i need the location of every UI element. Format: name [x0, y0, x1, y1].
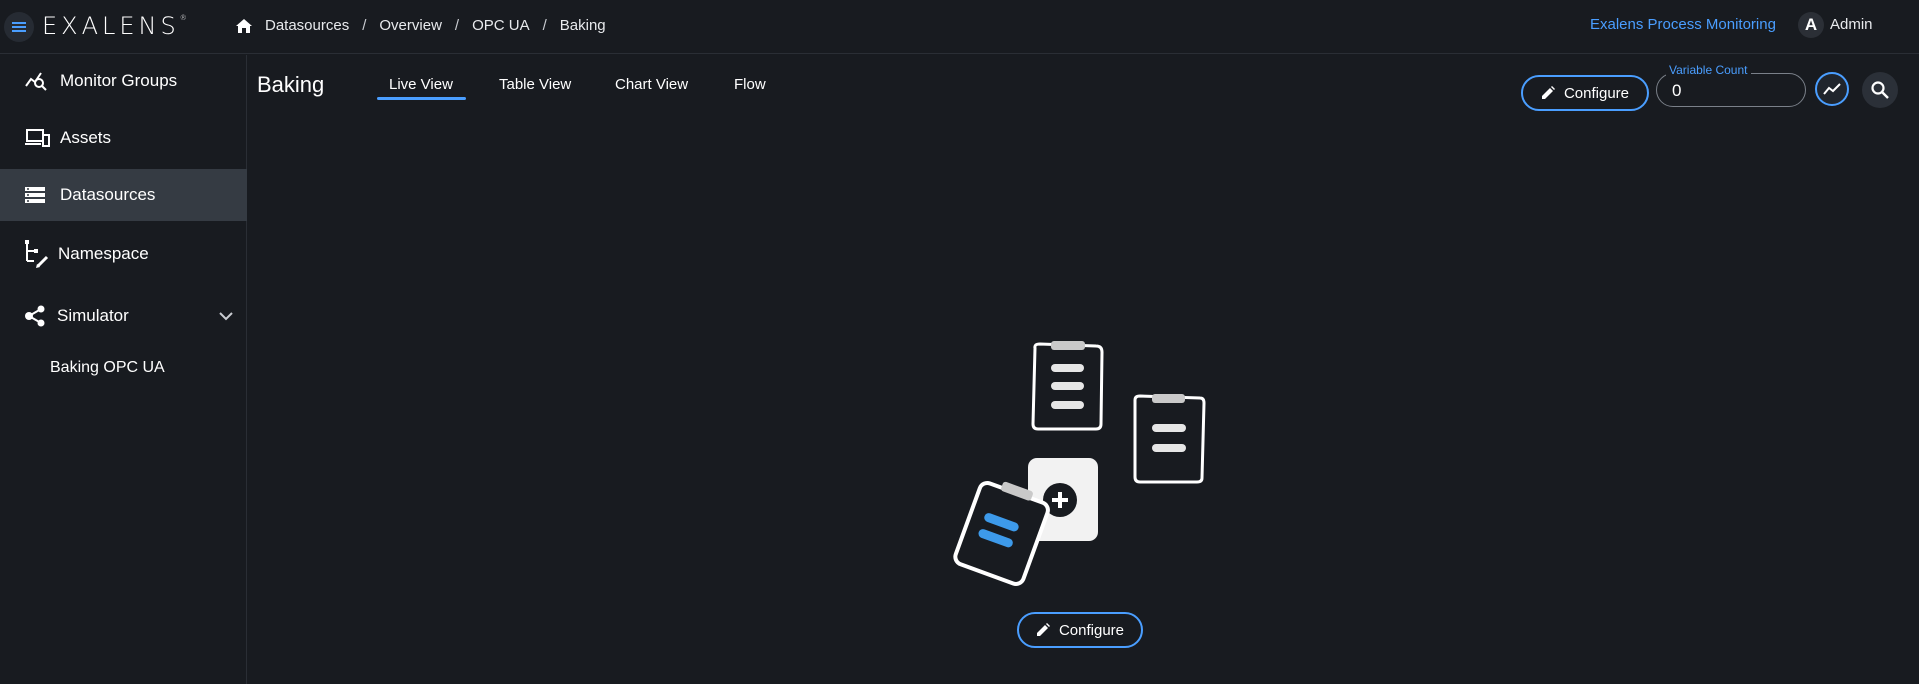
breadcrumb-overview[interactable]: Overview	[379, 17, 442, 34]
menu-icon	[12, 22, 26, 32]
exalens-logo[interactable]: EXALENS®	[42, 12, 187, 40]
breadcrumb-separator: /	[362, 17, 367, 34]
sidebar: Monitor Groups Assets Datasources Namesp…	[0, 55, 247, 684]
sidebar-item-namespace[interactable]: Namespace	[0, 228, 247, 280]
user-avatar[interactable]: A	[1798, 12, 1824, 38]
assets-icon	[24, 128, 50, 148]
breadcrumb-separator: /	[542, 17, 547, 34]
sidebar-item-monitor-groups[interactable]: Monitor Groups	[0, 55, 247, 107]
empty-state-illustration	[950, 340, 1210, 595]
sidebar-item-label: Namespace	[58, 244, 149, 263]
app-name-link[interactable]: Exalens Process Monitoring	[1590, 16, 1776, 33]
sidebar-item-label: Datasources	[60, 185, 156, 204]
active-tab-indicator	[377, 97, 466, 100]
configure-button[interactable]: Configure	[1521, 75, 1649, 111]
variable-count-label: Variable Count	[1666, 63, 1751, 77]
tab-live-view[interactable]: Live View	[389, 76, 453, 93]
configure-button-label: Configure	[1563, 84, 1630, 102]
sidebar-item-label: Simulator	[57, 306, 129, 325]
trend-chart-button[interactable]	[1815, 72, 1849, 106]
simulator-icon	[24, 305, 46, 327]
sidebar-item-simulator[interactable]: Simulator	[0, 290, 247, 342]
monitor-groups-icon	[24, 70, 48, 92]
page-title: Baking	[257, 72, 325, 97]
configure-button-label: Configure	[1058, 621, 1125, 639]
pencil-icon	[1541, 86, 1555, 100]
sidebar-item-datasources[interactable]: Datasources	[0, 169, 247, 221]
user-name[interactable]: Admin	[1830, 16, 1873, 33]
empty-state-configure-button[interactable]: Configure	[1017, 612, 1143, 648]
tab-flow[interactable]: Flow	[734, 76, 766, 93]
clipboard-icon	[1133, 394, 1206, 484]
breadcrumb-separator: /	[454, 17, 460, 34]
tab-table-view[interactable]: Table View	[499, 76, 571, 93]
breadcrumb: Datasources / Overview / OPC UA / Baking	[235, 17, 606, 34]
sidebar-subitem-baking-opc-ua[interactable]: Baking OPC UA	[50, 359, 165, 377]
clipboard-icon	[1031, 341, 1104, 431]
trending-up-icon	[1823, 83, 1841, 95]
sidebar-item-assets[interactable]: Assets	[0, 112, 247, 164]
variable-count-value: 0	[1672, 81, 1682, 100]
datasources-icon	[24, 186, 46, 204]
namespace-icon	[24, 239, 50, 269]
search-icon	[1871, 81, 1889, 99]
breadcrumb-baking: Baking	[559, 17, 606, 34]
tab-chart-view[interactable]: Chart View	[615, 76, 688, 93]
chevron-down-icon[interactable]	[219, 311, 233, 321]
pencil-icon	[1036, 623, 1050, 637]
search-button[interactable]	[1862, 72, 1898, 108]
top-bar: EXALENS® Datasources / Overview / OPC UA…	[0, 0, 1919, 54]
sidebar-item-label: Monitor Groups	[60, 71, 178, 90]
home-icon[interactable]	[235, 18, 253, 34]
breadcrumb-opc-ua[interactable]: OPC UA	[472, 17, 530, 34]
breadcrumb-datasources[interactable]: Datasources	[265, 17, 349, 34]
sidebar-item-label: Assets	[60, 128, 112, 147]
hamburger-menu-button[interactable]	[4, 12, 34, 42]
